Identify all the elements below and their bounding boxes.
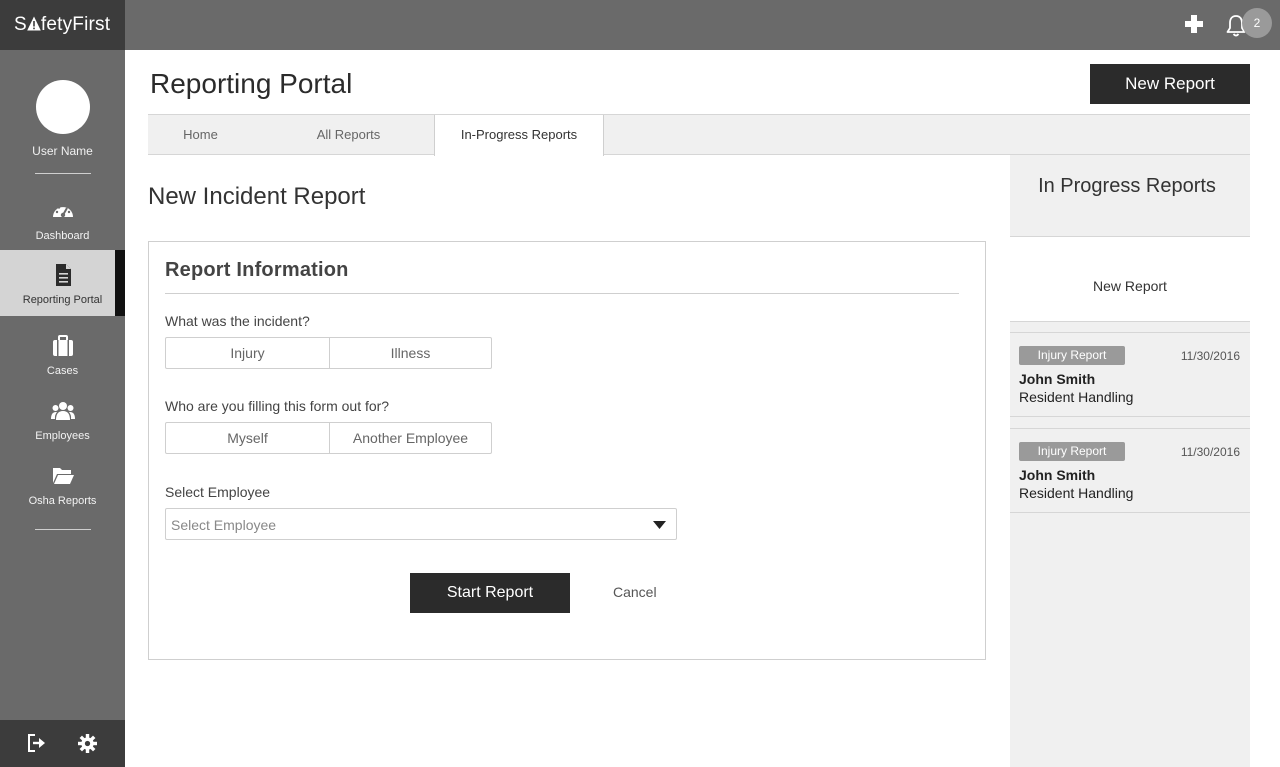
card-title: Report Information bbox=[165, 259, 349, 281]
tab-in-progress-reports[interactable]: In-Progress Reports bbox=[434, 115, 604, 156]
report-type-badge: Injury Report bbox=[1019, 346, 1125, 365]
report-type-badge: Injury Report bbox=[1019, 442, 1125, 461]
sidebar-item-label: Dashboard bbox=[35, 230, 90, 242]
sidebar-item-osha-reports[interactable]: Osha Reports bbox=[0, 451, 125, 517]
report-list-item[interactable]: Injury Report 11/30/2016 John Smith Resi… bbox=[1010, 332, 1250, 417]
folder-open-icon bbox=[52, 468, 74, 484]
sidebar-item-cases[interactable]: Cases bbox=[0, 321, 125, 387]
new-report-button[interactable]: New Report bbox=[1090, 64, 1250, 104]
brand-prefix: S bbox=[14, 14, 27, 35]
sidebar-item-dashboard[interactable]: Dashboard bbox=[0, 186, 125, 252]
myself-option[interactable]: Myself bbox=[166, 423, 329, 453]
sidebar: User Name Dashboard Reporting Portal Cas… bbox=[0, 50, 125, 767]
sidebar-item-label: Reporting Portal bbox=[22, 294, 103, 306]
card-divider bbox=[165, 293, 959, 294]
injury-option[interactable]: Injury bbox=[166, 338, 329, 368]
briefcase-icon bbox=[52, 335, 73, 356]
sidebar-divider bbox=[35, 529, 91, 530]
tab-home[interactable]: Home bbox=[148, 115, 253, 155]
another-employee-option[interactable]: Another Employee bbox=[329, 423, 491, 453]
incident-type-toggle: Injury Illness bbox=[165, 337, 492, 369]
plus-icon[interactable] bbox=[1183, 13, 1205, 35]
page-title: Reporting Portal bbox=[150, 68, 353, 99]
warning-triangle-icon bbox=[27, 16, 41, 31]
select-employee-label: Select Employee bbox=[165, 484, 271, 500]
report-department: Resident Handling bbox=[1019, 485, 1134, 501]
sidebar-footer bbox=[0, 720, 125, 767]
sidebar-item-label: Cases bbox=[46, 365, 79, 377]
gear-icon[interactable] bbox=[78, 734, 97, 753]
sidebar-item-label: Osha Reports bbox=[28, 495, 97, 507]
brand-logo[interactable]: SfetyFirst bbox=[0, 0, 125, 50]
brand-suffix: fetyFirst bbox=[40, 14, 111, 35]
section-title: New Incident Report bbox=[148, 183, 366, 210]
filling-for-toggle: Myself Another Employee bbox=[165, 422, 492, 454]
report-employee-name: John Smith bbox=[1019, 371, 1096, 387]
report-department: Resident Handling bbox=[1019, 389, 1134, 405]
report-information-card: Report Information What was the incident… bbox=[148, 241, 986, 660]
sidebar-item-reporting-portal[interactable]: Reporting Portal bbox=[0, 250, 125, 316]
in-progress-panel: In Progress Reports New Report Injury Re… bbox=[1010, 155, 1250, 767]
user-name: User Name bbox=[32, 144, 93, 158]
illness-option[interactable]: Illness bbox=[329, 338, 491, 368]
report-employee-name: John Smith bbox=[1019, 467, 1096, 483]
employee-select-value: Select Employee bbox=[171, 517, 277, 533]
sidebar-item-label: Employees bbox=[35, 430, 90, 442]
panel-title: In Progress Reports bbox=[1038, 175, 1216, 197]
report-date: 11/30/2016 bbox=[1180, 349, 1240, 363]
top-bar: SfetyFirst 2 bbox=[0, 0, 1280, 50]
tab-all-reports[interactable]: All Reports bbox=[281, 115, 416, 155]
dashboard-gauge-icon bbox=[52, 204, 73, 218]
panel-new-report-button[interactable]: New Report bbox=[1010, 237, 1250, 322]
sidebar-divider bbox=[35, 173, 91, 174]
panel-new-report-label: New Report bbox=[1093, 278, 1167, 294]
cancel-link[interactable]: Cancel bbox=[613, 584, 657, 600]
avatar[interactable] bbox=[36, 80, 90, 134]
report-date: 11/30/2016 bbox=[1180, 445, 1240, 459]
report-list-item[interactable]: Injury Report 11/30/2016 John Smith Resi… bbox=[1010, 428, 1250, 513]
logout-icon[interactable] bbox=[27, 734, 47, 752]
notification-count-badge[interactable]: 2 bbox=[1242, 8, 1272, 38]
tab-bar: Home All Reports In-Progress Reports bbox=[148, 114, 1250, 156]
chevron-down-icon bbox=[653, 521, 666, 529]
document-icon bbox=[55, 264, 71, 286]
start-report-button[interactable]: Start Report bbox=[410, 573, 570, 613]
sidebar-item-employees[interactable]: Employees bbox=[0, 386, 125, 452]
incident-question-label: What was the incident? bbox=[165, 313, 310, 329]
employee-select[interactable]: Select Employee bbox=[165, 508, 677, 540]
users-icon bbox=[50, 402, 75, 420]
filling-for-question-label: Who are you filling this form out for? bbox=[165, 398, 390, 414]
panel-header: In Progress Reports bbox=[1010, 155, 1250, 237]
